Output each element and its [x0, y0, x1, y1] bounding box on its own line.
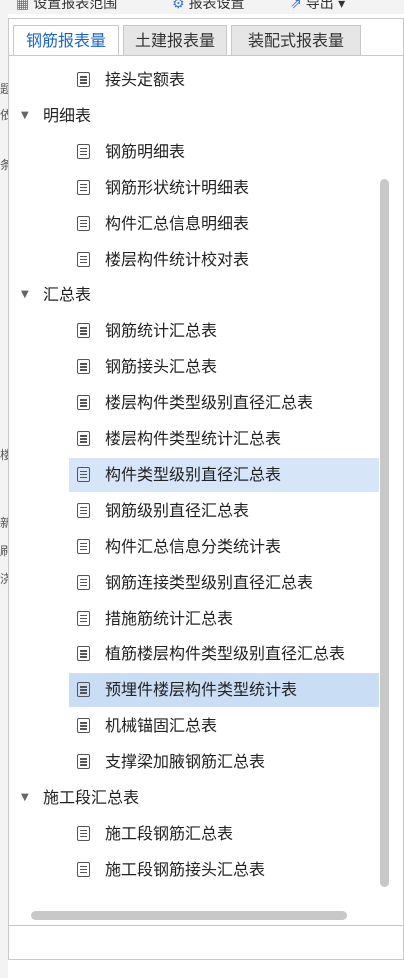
bg-fragment: 浇: [0, 572, 8, 586]
tree-item[interactable]: 植筋楼层构件类型级别直径汇总表: [9, 637, 379, 671]
tree-item[interactable]: 构件汇总信息明细表: [9, 207, 379, 241]
tab-civil-report[interactable]: 土建报表量: [123, 25, 227, 55]
document-icon: [77, 251, 90, 267]
tree-item[interactable]: 钢筋形状统计明细表: [9, 171, 379, 205]
tree-item-label: 钢筋形状统计明细表: [105, 177, 250, 197]
tree-folder[interactable]: ▼ 施工段汇总表: [9, 781, 379, 815]
tree-item-label: 汇总表: [43, 285, 92, 305]
tab-prefab-report[interactable]: 装配式报表量: [231, 25, 361, 55]
report-settings-button[interactable]: ⚙ 报表设置: [172, 0, 245, 13]
document-icon: [77, 359, 90, 375]
document-icon: [77, 574, 90, 590]
expand-arrow-icon[interactable]: ▼: [21, 781, 29, 815]
tree-item[interactable]: 预埋件楼层构件类型统计表: [9, 673, 379, 708]
bg-fragment: 新: [0, 516, 8, 530]
tree-item-label: 钢筋统计汇总表: [105, 321, 218, 341]
background-app-strip: 题 依 条 楼 新 刷 浇: [0, 14, 8, 978]
export-icon: ⇗: [290, 0, 302, 12]
document-icon: [77, 682, 90, 698]
vertical-scrollbar[interactable]: [380, 179, 389, 887]
tree-item-label: 构件汇总信息分类统计表: [105, 536, 282, 556]
bg-fragment: 楼: [0, 448, 8, 462]
expand-arrow-icon[interactable]: ▼: [21, 278, 29, 312]
tree-item[interactable]: 措施筋统计汇总表: [9, 602, 379, 636]
set-scope-button[interactable]: ▦ 设置报表范围: [16, 0, 117, 13]
document-icon: [77, 538, 90, 554]
document-icon: [77, 72, 90, 87]
tab-rebar-report[interactable]: 钢筋报表量: [13, 25, 119, 56]
tree-item-label: 楼层构件类型统计汇总表: [105, 429, 282, 448]
document-icon: [77, 431, 90, 446]
tree-item-label: 钢筋级别直径汇总表: [105, 500, 250, 520]
tree-item-label: 钢筋连接类型级别直径汇总表: [105, 572, 314, 592]
panel-footer-divider: [9, 925, 403, 926]
tree-item-label: 钢筋接头汇总表: [105, 357, 218, 377]
tree-item[interactable]: 构件类型级别直径汇总表: [9, 457, 379, 492]
document-icon: [77, 610, 90, 626]
tree-item[interactable]: 钢筋级别直径汇总表: [9, 494, 379, 528]
tree-item[interactable]: 钢筋接头汇总表: [9, 350, 379, 384]
bg-fragment: 依: [0, 108, 8, 122]
tree-item-label: 施工段钢筋汇总表: [105, 823, 234, 843]
tree-item[interactable]: 钢筋明细表: [9, 135, 379, 169]
document-icon: [77, 323, 90, 339]
tree-item-label: 施工段钢筋接头汇总表: [105, 859, 266, 879]
tree-item-label: 支撑梁加腋钢筋汇总表: [105, 752, 266, 772]
tree-item-label: 接头定额表: [105, 70, 186, 89]
tree-item[interactable]: 施工段钢筋汇总表: [9, 817, 379, 851]
tree-item-label: 机械锚固汇总表: [105, 716, 218, 736]
bg-fragment: 条: [0, 158, 8, 172]
bg-fragment: 刷: [0, 544, 8, 558]
top-toolbar: ▦ 设置报表范围 ⚙ 报表设置 ⇗ 导出 ▾: [0, 0, 404, 14]
tree-folder[interactable]: ▼ 汇总表: [9, 278, 379, 312]
tree-item[interactable]: 支撑梁加腋钢筋汇总表: [9, 745, 379, 779]
tree-item[interactable]: 接头定额表: [9, 63, 379, 97]
tree-item-label: 植筋楼层构件类型级别直径汇总表: [105, 644, 346, 664]
report-tree: 接头定额表 ▼ 明细表 钢筋明细表钢筋形状统计明细表 构件汇总信息明细表 楼层构件统计校对…: [9, 63, 379, 903]
tree-item-label: 构件类型级别直径汇总表: [105, 464, 282, 484]
horizontal-scrollbar[interactable]: [31, 911, 347, 920]
expand-arrow-icon[interactable]: ▼: [21, 99, 29, 133]
tree-item[interactable]: 楼层构件类型统计汇总表: [9, 422, 379, 456]
tree-item[interactable]: 楼层构件类型级别直径汇总表: [9, 386, 379, 420]
tree-item[interactable]: 机械锚固汇总表: [9, 709, 379, 743]
document-icon: [77, 861, 90, 877]
tree-item[interactable]: 钢筋连接类型级别直径汇总表: [9, 566, 379, 600]
document-icon: [77, 754, 90, 770]
tree-item-label: 措施筋统计汇总表: [105, 608, 234, 628]
tree-item[interactable]: 构件汇总信息分类统计表: [9, 530, 379, 564]
document-icon: [77, 646, 90, 662]
document-icon: [77, 143, 90, 159]
bg-fragment: 题: [0, 82, 8, 96]
document-icon: [77, 825, 90, 841]
document-icon: [77, 718, 90, 734]
tree-item[interactable]: 楼层构件统计校对表: [9, 243, 379, 277]
document-icon: [77, 179, 90, 195]
report-panel: 钢筋报表量 土建报表量 装配式报表量 接头定额表 ▼ 明细表 钢筋明细表钢筋形状统计明…: [8, 18, 404, 960]
tree-item-label: 楼层构件类型级别直径汇总表: [105, 393, 314, 413]
settings-icon: ⚙: [172, 0, 185, 12]
export-button[interactable]: ⇗ 导出 ▾: [290, 0, 345, 13]
report-tabs: 钢筋报表量 土建报表量 装配式报表量: [9, 25, 403, 56]
tree-item[interactable]: 施工段钢筋接头汇总表: [9, 853, 379, 887]
tab-divider: [9, 55, 403, 56]
document-icon: [77, 502, 90, 518]
document-icon: [77, 215, 90, 231]
tree-item-label: 明细表: [43, 105, 92, 125]
document-icon: [77, 395, 90, 411]
grid-icon: ▦: [16, 0, 30, 12]
tree-item-label: 钢筋明细表: [105, 141, 186, 161]
tree-item-label: 预埋件楼层构件类型统计表: [105, 680, 298, 700]
tree-item-label: 施工段汇总表: [43, 788, 140, 807]
tree-folder[interactable]: ▼ 明细表: [9, 99, 379, 133]
tree-item-label: 楼层构件统计校对表: [105, 249, 250, 269]
tree-item[interactable]: 钢筋统计汇总表: [9, 314, 379, 348]
document-icon: [77, 466, 90, 482]
tree-item-label: 构件汇总信息明细表: [105, 213, 250, 233]
